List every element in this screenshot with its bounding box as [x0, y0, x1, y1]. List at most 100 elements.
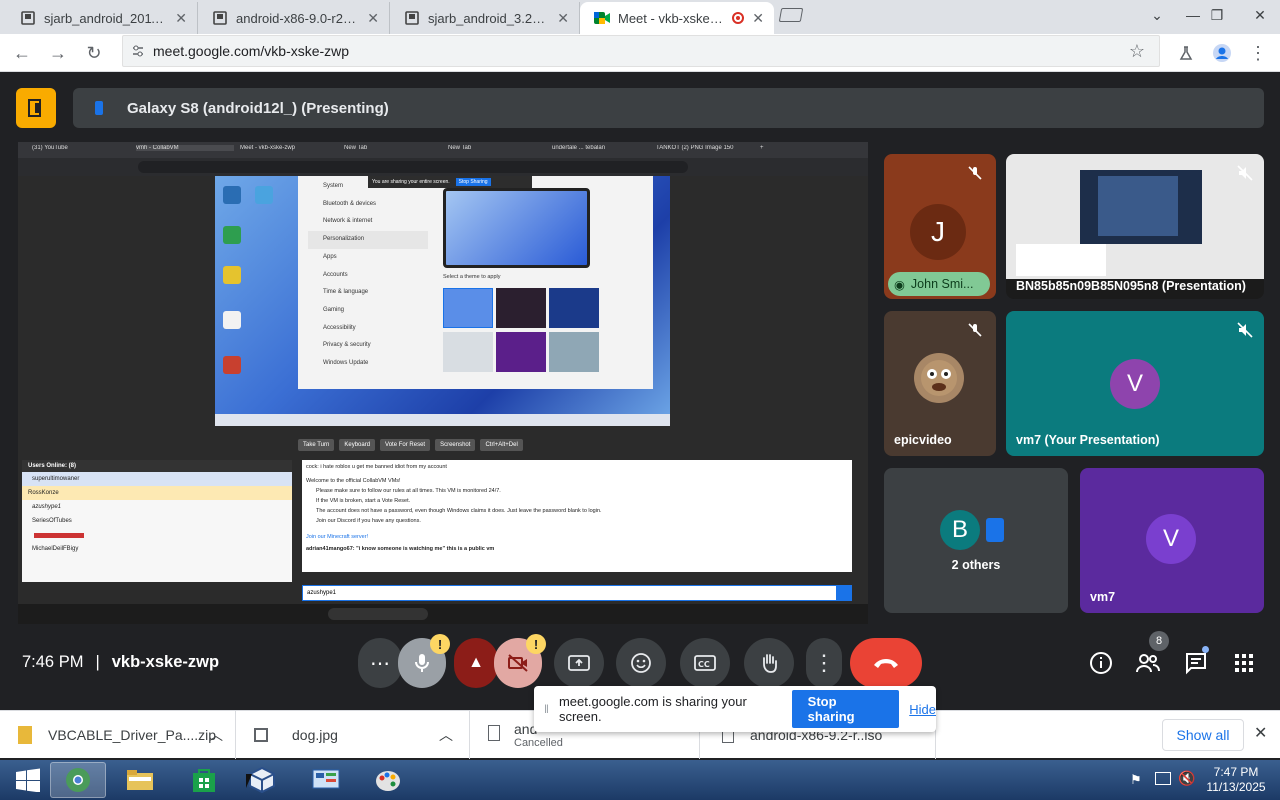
phone-icon — [986, 518, 1004, 542]
user-entry[interactable]: superultimowaner — [22, 472, 292, 486]
virtualbox-icon[interactable] — [234, 762, 290, 798]
file-explorer-icon[interactable] — [112, 762, 168, 798]
participant-tile-epicvideo[interactable]: epicvideo — [884, 311, 996, 456]
screenshot-button[interactable]: Screenshot — [435, 439, 476, 451]
settings-item[interactable]: Time & language — [308, 284, 428, 302]
settings-item[interactable]: Gaming — [308, 302, 428, 320]
network-icon[interactable] — [1155, 772, 1171, 785]
address-bar[interactable]: meet.google.com/vkb-xske-zwp ☆ — [122, 35, 1160, 67]
exit-presentation-icon[interactable] — [16, 88, 56, 128]
browser-toolbar: ← → ↻ meet.google.com/vkb-xske-zwp ☆ ⋮ — [0, 34, 1280, 72]
settings-item[interactable]: Accounts — [308, 267, 428, 285]
people-icon[interactable] — [1133, 648, 1163, 678]
paint-icon[interactable] — [360, 762, 416, 798]
settings-item[interactable]: System — [308, 178, 428, 196]
settings-item[interactable]: Bluetooth & devices — [308, 196, 428, 214]
theme-thumbnail[interactable] — [549, 288, 599, 328]
volume-muted-icon[interactable]: 🔇 — [1178, 770, 1195, 787]
more-mic-options-button[interactable]: ⋯ — [358, 638, 402, 688]
theme-thumbnail[interactable] — [496, 332, 546, 372]
reactions-button[interactable] — [616, 638, 666, 688]
participant-tile-vm7-presentation[interactable]: V vm7 (Your Presentation) — [1006, 311, 1264, 456]
browser-tab-1[interactable]: sjarb_android_2011082 ✕ — [6, 2, 198, 34]
reload-icon[interactable]: ↻ — [82, 41, 106, 65]
download-item[interactable]: dog.jpg ︿ — [236, 711, 470, 759]
store-icon[interactable] — [176, 762, 232, 798]
browser-tab-2[interactable]: android-x86-9.0-r2_202 ✕ — [198, 2, 390, 34]
browser-tab-meet[interactable]: Meet - vkb-xske-zwp ✕ — [580, 2, 774, 34]
participant-tile-others[interactable]: B 2 others — [884, 468, 1068, 613]
camera-options-button[interactable]: ▲ — [454, 638, 498, 688]
chevron-up-icon[interactable]: ︿ — [439, 725, 453, 745]
tab-search-icon[interactable]: ⌄ — [1140, 0, 1174, 30]
participant-tile-vm7[interactable]: V vm7 — [1080, 468, 1264, 613]
flag-icon[interactable]: ⚑ — [1130, 772, 1142, 788]
user-entry[interactable]: SeriesOfTubes — [22, 514, 292, 528]
meet-favicon-icon — [594, 10, 610, 26]
chat-send-icon[interactable] — [836, 585, 852, 601]
captions-button[interactable]: CC — [680, 638, 730, 688]
forward-arrow-icon[interactable]: → — [46, 41, 70, 65]
tab-close-icon[interactable]: ✕ — [175, 10, 187, 27]
close-downloads-icon[interactable]: ✕ — [1254, 723, 1267, 743]
chat-link[interactable]: Join our Minecraft server! — [306, 532, 848, 542]
theme-thumbnail[interactable] — [443, 332, 493, 372]
activities-grid-icon[interactable] — [1229, 648, 1259, 678]
settings-item[interactable]: Network & internet — [308, 213, 428, 231]
settings-item[interactable]: Privacy & security — [308, 337, 428, 355]
user-entry[interactable] — [22, 528, 292, 542]
control-panel-icon[interactable] — [298, 762, 354, 798]
keyboard-button[interactable]: Keyboard — [339, 439, 376, 451]
settings-item[interactable]: Apps — [308, 249, 428, 267]
browser-menu-icon[interactable]: ⋮ — [1246, 41, 1270, 65]
back-arrow-icon[interactable]: ← — [10, 41, 34, 65]
leave-call-button[interactable] — [850, 638, 922, 688]
restore-button[interactable]: ❐ — [1200, 0, 1234, 30]
profile-icon[interactable] — [1210, 41, 1234, 65]
participant-tile-john[interactable]: J ◉ John Smi... — [884, 154, 996, 299]
chevron-up-icon[interactable]: ︿ — [209, 725, 223, 745]
close-window-button[interactable]: ✕ — [1240, 0, 1280, 30]
stop-sharing-button[interactable]: Stop sharing — [791, 690, 900, 728]
user-entry[interactable]: MichaelDeilFBigy — [22, 542, 292, 556]
download-item[interactable]: VBCABLE_Driver_Pa....zip ︿ — [0, 711, 236, 759]
new-tab-button[interactable] — [778, 8, 804, 22]
start-windows-icon[interactable] — [0, 762, 56, 798]
show-all-button[interactable]: Show all — [1162, 719, 1244, 751]
meeting-code: vkb-xske-zwp — [111, 653, 220, 671]
system-clock[interactable]: 7:47 PM 11/13/2025 — [1200, 765, 1272, 795]
participant-name: vm7 (Your Presentation) — [1016, 433, 1160, 447]
meeting-details-icon[interactable] — [1086, 648, 1116, 678]
chrome-taskbar-icon[interactable] — [50, 762, 106, 798]
desktop-icon — [223, 266, 241, 284]
vote-reset-button[interactable]: Vote For Reset — [380, 439, 431, 451]
bookmark-star-icon[interactable]: ☆ — [1129, 41, 1145, 62]
raise-hand-button[interactable] — [744, 638, 794, 688]
settings-item[interactable]: Windows Update — [308, 355, 428, 373]
present-screen-button[interactable] — [554, 638, 604, 688]
theme-thumbnail[interactable] — [549, 332, 599, 372]
tab-close-icon[interactable]: ✕ — [752, 10, 764, 27]
more-options-icon[interactable]: ⋮ — [806, 638, 842, 688]
user-entry[interactable]: azushype1 — [22, 500, 292, 514]
vm-stop-sharing-button[interactable]: Stop Sharing — [455, 178, 491, 186]
drag-handle-icon[interactable]: ‖ — [544, 702, 549, 716]
settings-item[interactable]: Accessibility — [308, 320, 428, 338]
volume-off-icon — [1232, 317, 1258, 343]
users-header: Users Online: (8) — [22, 460, 292, 472]
chat-input[interactable]: azushype1 — [302, 585, 852, 601]
theme-thumbnail[interactable] — [443, 288, 493, 328]
ctrl-alt-del-button[interactable]: Ctrl+Alt+Del — [480, 439, 523, 451]
browser-tab-3[interactable]: sjarb_android_3.2RC2 d ✕ — [390, 2, 580, 34]
take-turn-button[interactable]: Take Turn — [298, 439, 335, 451]
participant-tile-bn85[interactable]: BN85b85n09B85N095n8 (Presentation) — [1006, 154, 1264, 299]
settings-item[interactable]: Personalization — [308, 231, 428, 249]
theme-thumbnail[interactable] — [496, 288, 546, 328]
labs-flask-icon[interactable] — [1174, 41, 1198, 65]
site-info-icon[interactable] — [131, 44, 145, 58]
user-entry[interactable]: RossKonze — [22, 486, 292, 500]
shared-tab: vmh - CollabVM — [136, 145, 234, 151]
tab-close-icon[interactable]: ✕ — [557, 10, 569, 27]
tab-close-icon[interactable]: ✕ — [367, 10, 379, 27]
hide-link[interactable]: Hide — [909, 702, 936, 717]
